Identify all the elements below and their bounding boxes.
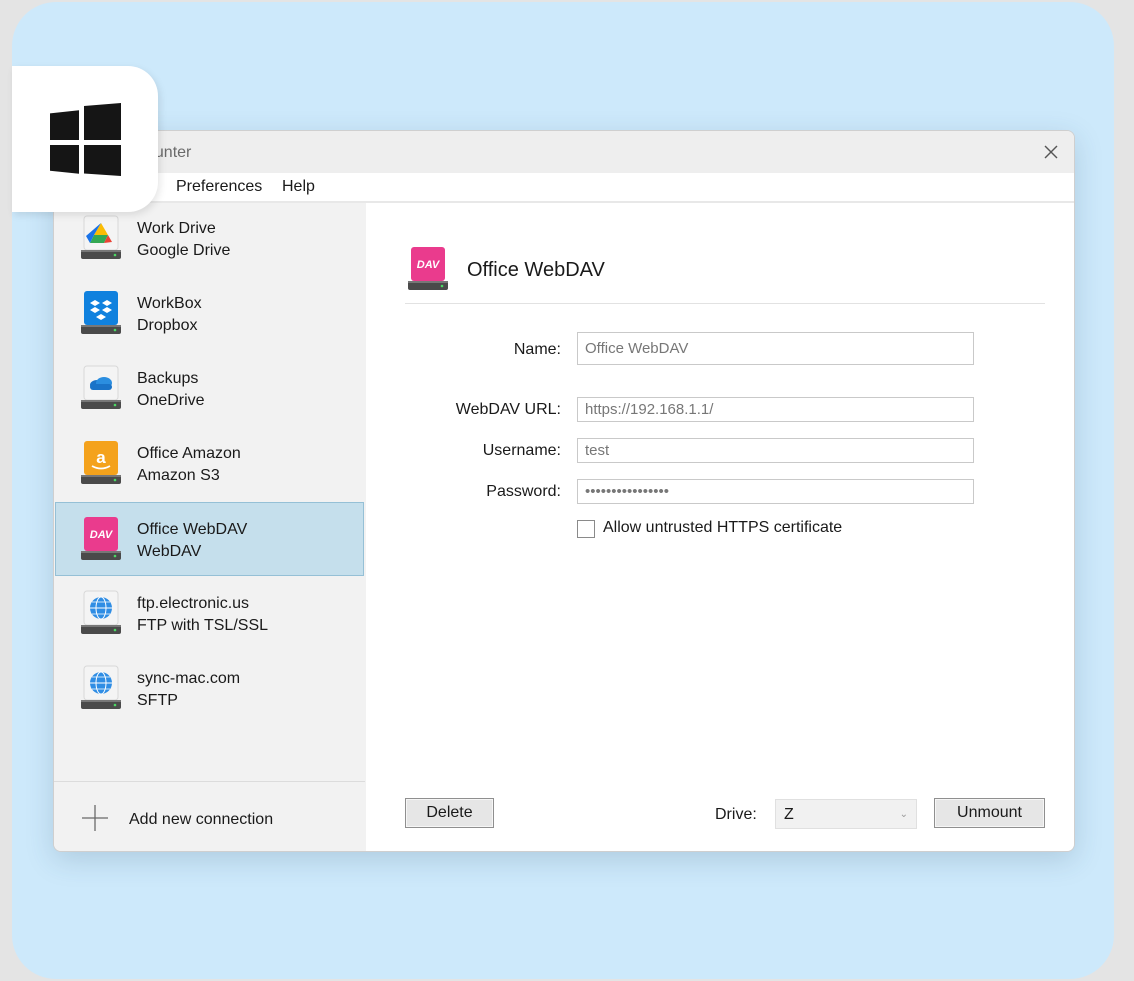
name-label: Name: [513, 341, 561, 358]
connection-name: WorkBox [137, 295, 202, 312]
close-icon [1044, 145, 1058, 159]
google-drive-icon [81, 215, 121, 259]
webdav-url-label: WebDAV URL: [455, 401, 561, 418]
connection-item[interactable]: ftp.electronic.us FTP with TSL/SSL [55, 578, 364, 650]
password-label: Password: [486, 483, 561, 500]
delete-button[interactable]: Delete [405, 798, 494, 828]
webdav-icon: DAV [408, 247, 448, 290]
connection-type: Amazon S3 [137, 467, 220, 484]
globe-icon [81, 665, 121, 709]
add-connection-button[interactable]: Add new connection [54, 782, 365, 851]
connection-name: sync-mac.com [137, 670, 241, 687]
drive-select[interactable]: Z ⌄ [775, 799, 917, 829]
connection-name: Work Drive [137, 220, 216, 237]
connection-name: Office WebDAV [137, 521, 248, 538]
connection-type: FTP with TSL/SSL [137, 617, 269, 634]
chevron-down-icon: ⌄ [899, 809, 908, 820]
connection-list: Work Drive Google Drive WorkBox Dropbox [54, 203, 365, 851]
connection-item[interactable]: sync-mac.com SFTP [55, 653, 364, 725]
svg-text:a: a [96, 448, 106, 467]
svg-text:DAV: DAV [90, 529, 114, 541]
allow-untrusted-checkbox[interactable] [577, 520, 595, 538]
connection-item[interactable]: WorkBox Dropbox [55, 278, 364, 350]
onedrive-icon [81, 365, 121, 409]
connection-type: Google Drive [137, 242, 231, 259]
add-connection-label: Add new connection [129, 811, 274, 828]
connection-item[interactable]: Backups OneDrive [55, 353, 364, 425]
app-window: ounter Preferences Help Work Drive Googl… [53, 130, 1075, 852]
webdav-icon: DAV [81, 517, 121, 560]
allow-untrusted-label[interactable]: Allow untrusted HTTPS certificate [603, 519, 842, 537]
globe-icon [81, 590, 121, 634]
password-input[interactable] [577, 479, 974, 504]
menu-bar: Preferences Help [54, 173, 1074, 203]
connection-item-selected[interactable]: DAV Office WebDAV WebDAV [55, 502, 364, 576]
menu-preferences[interactable]: Preferences [176, 178, 262, 196]
connection-item[interactable]: Work Drive Google Drive [55, 203, 364, 275]
unmount-button[interactable]: Unmount [934, 798, 1045, 828]
menu-help[interactable]: Help [282, 178, 315, 196]
connection-name: ftp.electronic.us [137, 595, 250, 612]
connection-type: WebDAV [137, 543, 202, 560]
close-button[interactable] [1038, 139, 1064, 165]
title-bar: ounter [54, 131, 1074, 173]
detail-title: Office WebDAV [467, 259, 605, 281]
connection-type: OneDrive [137, 392, 205, 409]
name-input[interactable] [577, 332, 974, 365]
windows-badge [12, 66, 158, 212]
drive-value: Z [784, 806, 794, 823]
connection-item[interactable]: a Office Amazon Amazon S3 [55, 428, 364, 500]
drive-label: Drive: [715, 806, 757, 823]
connection-name: Backups [137, 370, 199, 387]
connection-detail-panel: DAV Office WebDAV Name: WebDAV URL: User… [366, 203, 1074, 851]
connection-type: SFTP [137, 692, 178, 709]
amazon-s3-icon: a [81, 441, 121, 484]
svg-text:DAV: DAV [417, 259, 441, 271]
connection-type: Dropbox [137, 317, 198, 334]
plus-icon [82, 805, 108, 831]
dropbox-icon [81, 291, 121, 334]
title-divider [405, 303, 1045, 304]
webdav-url-input[interactable] [577, 397, 974, 422]
username-label: Username: [482, 442, 561, 459]
username-input[interactable] [577, 438, 974, 463]
connection-name: Office Amazon [137, 445, 241, 462]
